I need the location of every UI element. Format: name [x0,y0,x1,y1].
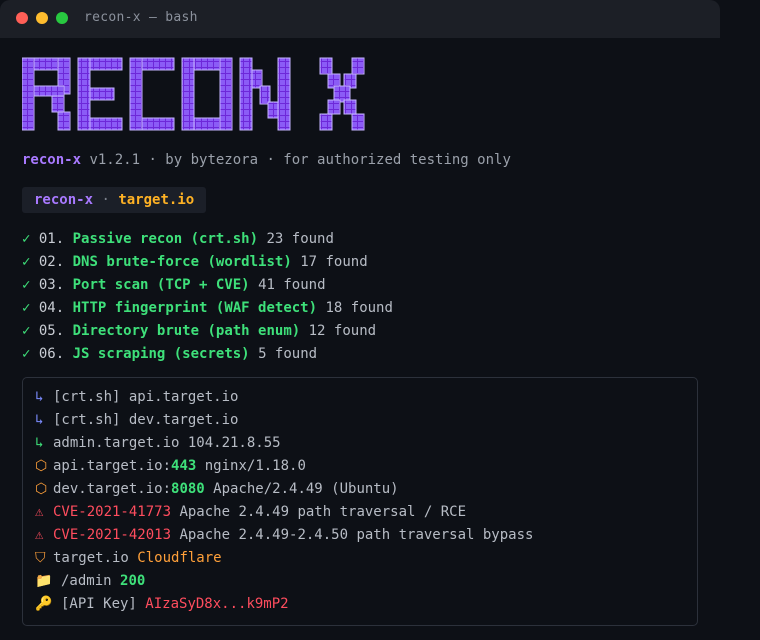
step-found-count: 12 found [308,323,377,339]
step-name: Passive recon (crt.sh) [72,231,259,247]
result-service: Apache/2.4.49 (Ubuntu) [204,481,399,497]
step-number: 04. [38,300,65,316]
result-line: ⬡ api.target.io:443 nginx/1.18.0 [35,457,306,475]
scan-steps: ✓ 01. Passive recon (crt.sh) 23 found ✓ … [22,230,393,368]
result-line: ↳ admin.target.io 104.21.8.55 [35,434,281,452]
check-icon: ✓ [22,277,31,293]
port-hexagon-icon: ⬡ [35,458,48,474]
window-title: recon-x — bash [84,10,198,25]
result-port: 443 [171,458,197,474]
step-found-count: 17 found [300,254,368,270]
maximize-window-button[interactable] [56,12,68,24]
result-line: ⚠ CVE-2021-41773 Apache 2.4.49 path trave… [35,503,466,521]
waf-name: Cloudflare [137,550,222,566]
check-icon: ✓ [22,254,31,270]
result-line: ⛉ target.io Cloudflare [35,549,222,567]
scan-step: ✓ 06. JS scraping (secrets) 5 found [22,345,393,368]
result-line: ↳ [crt.sh] api.target.io [35,388,238,406]
step-number: 05. [38,323,65,339]
result-line: ↳ [crt.sh] dev.target.io [35,411,238,429]
check-icon: ✓ [22,300,31,316]
result-line: ⚠ CVE-2021-42013 Apache 2.4.49-2.4.50 pat… [35,526,533,544]
subdomain-arrow-icon: ↳ [35,389,44,405]
check-icon: ✓ [22,231,31,247]
cve-id: CVE-2021-42013 [53,527,172,543]
warning-icon: ⚠ [35,504,44,520]
scan-step: ✓ 03. Port scan (TCP + CVE) 41 found [22,276,393,299]
step-name: Port scan (TCP + CVE) [72,277,250,293]
version-tagline: recon-x v1.2.1 · by bytezora · for autho… [22,152,511,168]
secret-value: AIzaSyD8x...k9mP2 [145,596,289,612]
tagline-text: v1.2.1 · by bytezora · for authorized te… [81,152,511,168]
prompt-separator: · [93,192,119,208]
subdomain-arrow-icon: ↳ [35,412,44,428]
check-icon: ✓ [22,346,31,362]
scan-step: ✓ 02. DNS brute-force (wordlist) 17 foun… [22,253,393,276]
cve-id: CVE-2021-41773 [53,504,172,520]
shield-icon: ⛉ [35,550,46,566]
scan-step: ✓ 01. Passive recon (crt.sh) 23 found [22,230,393,253]
scan-step: ✓ 05. Directory brute (path enum) 12 fou… [22,322,393,345]
recon-x-ascii-logo [22,56,382,142]
key-icon: 🔑 [35,596,53,612]
result-text: admin.target.io 104.21.8.55 [53,435,281,451]
minimize-window-button[interactable] [36,12,48,24]
terminal-window: recon-x — bash recon-x v1.2.1 · by bytez… [0,0,720,640]
result-line: ⬡ dev.target.io:8080 Apache/2.4.49 (Ubunt… [35,480,399,498]
check-icon: ✓ [22,323,31,339]
target-prompt: recon-x · target.io [22,187,207,213]
cve-description: Apache 2.4.49-2.4.50 path traversal bypa… [171,527,534,543]
step-name: Directory brute (path enum) [72,323,301,339]
prompt-tool: recon-x [34,192,94,208]
step-found-count: 18 found [325,300,393,316]
step-number: 02. [38,254,65,270]
result-line: 🔑 [API Key] AIzaSyD8x...k9mP2 [35,595,289,613]
cve-description: Apache 2.4.49 path traversal / RCE [171,504,467,520]
prompt-target: target.io [118,192,195,208]
results-panel: ↳ [crt.sh] api.target.io ↳ [crt.sh] dev.ta… [22,377,698,626]
scan-step: ✓ 04. HTTP fingerprint (WAF detect) 18 f… [22,299,393,322]
result-service: nginx/1.18.0 [196,458,306,474]
step-name: JS scraping (secrets) [72,346,250,362]
http-status: 200 [120,573,146,589]
close-window-button[interactable] [16,12,28,24]
step-number: 03. [38,277,65,293]
warning-icon: ⚠ [35,527,44,543]
result-host: api.target.io: [53,458,172,474]
port-hexagon-icon: ⬡ [35,481,48,497]
result-line: 📁 /admin 200 [35,572,145,590]
result-host: target.io [53,550,138,566]
result-host: dev.target.io: [53,481,172,497]
secret-label: [API Key] [61,596,146,612]
step-found-count: 23 found [266,231,334,247]
title-bar: recon-x — bash [0,0,720,38]
result-text: [crt.sh] dev.target.io [53,412,239,428]
result-port: 8080 [171,481,205,497]
step-name: DNS brute-force (wordlist) [72,254,292,270]
folder-icon: 📁 [35,573,53,589]
result-text: [crt.sh] api.target.io [53,389,239,405]
tool-name: recon-x [22,152,82,168]
step-number: 01. [38,231,65,247]
step-found-count: 41 found [258,277,326,293]
result-path: /admin [61,573,121,589]
step-number: 06. [38,346,65,362]
step-found-count: 5 found [258,346,318,362]
logo-art [22,57,365,131]
subdomain-arrow-icon: ↳ [35,435,44,451]
step-name: HTTP fingerprint (WAF detect) [72,300,318,316]
